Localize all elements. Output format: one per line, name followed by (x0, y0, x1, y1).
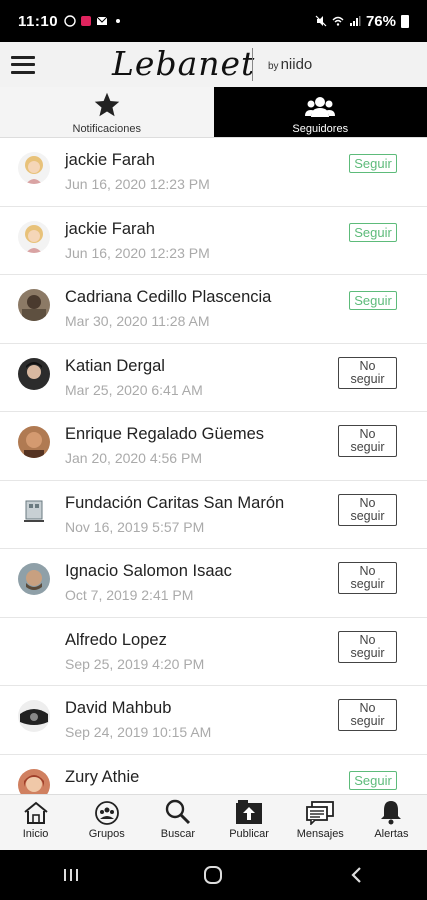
bell-icon (381, 801, 402, 825)
avatar[interactable] (18, 768, 50, 794)
follow-date: Oct 7, 2019 2:41 PM (65, 587, 194, 603)
follower-name: jackie Farah (65, 151, 155, 169)
unfollow-button[interactable]: No seguir (338, 699, 397, 731)
nav-mensajes[interactable]: Mensajes (285, 795, 356, 850)
list-item[interactable]: Zury Athie Seguir (0, 755, 427, 794)
bottom-nav: Inicio Grupos Buscar Publicar Mensajes A… (0, 794, 427, 850)
nav-alertas[interactable]: Alertas (356, 795, 427, 850)
tab-bar: Notificaciones Seguidores (0, 87, 427, 138)
groups-icon (94, 801, 119, 825)
tab-label: Seguidores (292, 123, 349, 135)
app-notification-icon (81, 16, 92, 26)
follower-name: Ignacio Salomon Isaac (65, 562, 232, 580)
follower-name: Enrique Regalado Güemes (65, 425, 265, 443)
tab-label: Notificaciones (72, 123, 141, 135)
nav-publicar[interactable]: Publicar (214, 795, 285, 850)
tab-notificaciones[interactable]: Notificaciones (0, 87, 214, 137)
follow-button[interactable]: Seguir (349, 770, 397, 790)
whatsapp-icon (64, 15, 76, 27)
mail-icon (96, 16, 108, 25)
follower-name: jackie Farah (65, 219, 155, 238)
follower-name: Alfredo Lopez (65, 630, 167, 649)
publish-icon (236, 800, 263, 824)
avatar[interactable] (18, 494, 50, 527)
wifi-icon (332, 16, 344, 26)
unfollow-button[interactable]: No seguir (338, 630, 397, 663)
followers-list: jackie Farah Jun 16, 2020 12:23 PM Segui… (0, 138, 427, 794)
nav-label: Alertas (374, 828, 409, 840)
avatar[interactable] (18, 700, 50, 732)
nav-label: Publicar (229, 828, 269, 840)
brand-divider (252, 48, 253, 81)
avatar[interactable] (18, 357, 50, 390)
back-icon[interactable] (336, 860, 376, 890)
follower-name: Katian Dergal (65, 356, 165, 375)
follow-date: Nov 16, 2019 5:57 PM (65, 518, 205, 535)
nav-label: Mensajes (296, 828, 344, 840)
star-icon (94, 92, 119, 117)
unfollow-button[interactable]: No seguir (338, 562, 397, 594)
nav-label: Inicio (22, 828, 49, 840)
avatar[interactable] (18, 632, 50, 664)
nav-label: Buscar (160, 828, 196, 840)
avatar[interactable] (18, 426, 50, 458)
follow-date: Sep 24, 2019 10:15 AM (65, 724, 212, 740)
list-item[interactable]: jackie Farah Jun 16, 2020 12:23 PM Segui… (0, 207, 427, 275)
signal-icon (349, 16, 361, 26)
follow-date: Jun 16, 2020 12:23 PM (65, 244, 210, 261)
follow-date: Mar 25, 2020 6:41 AM (65, 381, 203, 398)
people-icon (305, 97, 336, 117)
follow-button[interactable]: Seguir (349, 154, 397, 173)
nav-inicio[interactable]: Inicio (0, 795, 71, 850)
follower-name: David Mahbub (65, 699, 172, 717)
list-item[interactable]: David Mahbub Sep 24, 2019 10:15 AM No seg… (0, 686, 427, 755)
system-nav-bar (0, 850, 427, 900)
list-item[interactable]: Fundación Caritas San Marón Nov 16, 2019… (0, 481, 427, 549)
follow-date: Jun 16, 2020 12:23 PM (65, 176, 210, 192)
follow-date: Mar 30, 2020 11:28 AM (65, 313, 210, 329)
menu-icon[interactable] (11, 55, 35, 74)
list-item[interactable]: Alfredo Lopez Sep 25, 2019 4:20 PM No seg… (0, 618, 427, 686)
list-item[interactable]: Cadriana Cedillo Plascencia Mar 30, 2020… (0, 275, 427, 344)
recent-apps-icon[interactable] (51, 860, 91, 890)
follow-date: Sep 25, 2019 4:20 PM (65, 655, 205, 672)
search-icon (165, 799, 190, 825)
follow-button[interactable]: Seguir (349, 291, 397, 310)
follow-button[interactable]: Seguir (349, 222, 397, 242)
unfollow-button[interactable]: No seguir (338, 356, 397, 389)
messages-icon (306, 801, 335, 825)
status-bar: 11:10 76% (0, 0, 427, 42)
home-icon (23, 801, 48, 824)
home-button-icon[interactable] (193, 860, 233, 890)
list-item[interactable]: Ignacio Salomon Isaac Oct 7, 2019 2:41 P… (0, 549, 427, 618)
avatar[interactable] (18, 220, 50, 253)
nav-grupos[interactable]: Grupos (71, 795, 142, 850)
list-item[interactable]: jackie Farah Jun 16, 2020 12:23 PM Segui… (0, 138, 427, 207)
battery-percent: 76% (365, 12, 396, 30)
nav-label: Grupos (88, 828, 125, 840)
tab-seguidores[interactable]: Seguidores (213, 87, 427, 137)
follower-name: Zury Athie (65, 767, 140, 786)
follower-name: Cadriana Cedillo Plascencia (65, 288, 272, 306)
list-item[interactable]: Katian Dergal Mar 25, 2020 6:41 AM No seg… (0, 344, 427, 412)
mute-icon (315, 15, 327, 27)
brand-logo: Lebanet (112, 44, 256, 83)
status-time: 11:10 (18, 12, 59, 30)
follow-date: Jan 20, 2020 4:56 PM (65, 450, 202, 466)
partner-logo: by niido (268, 56, 313, 73)
avatar[interactable] (18, 289, 50, 321)
follower-name: Fundación Caritas San Marón (65, 493, 285, 512)
battery-icon (401, 14, 409, 28)
list-item[interactable]: Enrique Regalado Güemes Jan 20, 2020 4:5… (0, 412, 427, 481)
avatar[interactable] (18, 152, 50, 184)
unfollow-button[interactable]: No seguir (338, 493, 397, 526)
app-header: Lebanet by niido (0, 42, 427, 87)
unfollow-button[interactable]: No seguir (338, 425, 397, 457)
nav-buscar[interactable]: Buscar (142, 795, 213, 850)
avatar[interactable] (18, 563, 50, 595)
dot-icon (116, 19, 121, 23)
